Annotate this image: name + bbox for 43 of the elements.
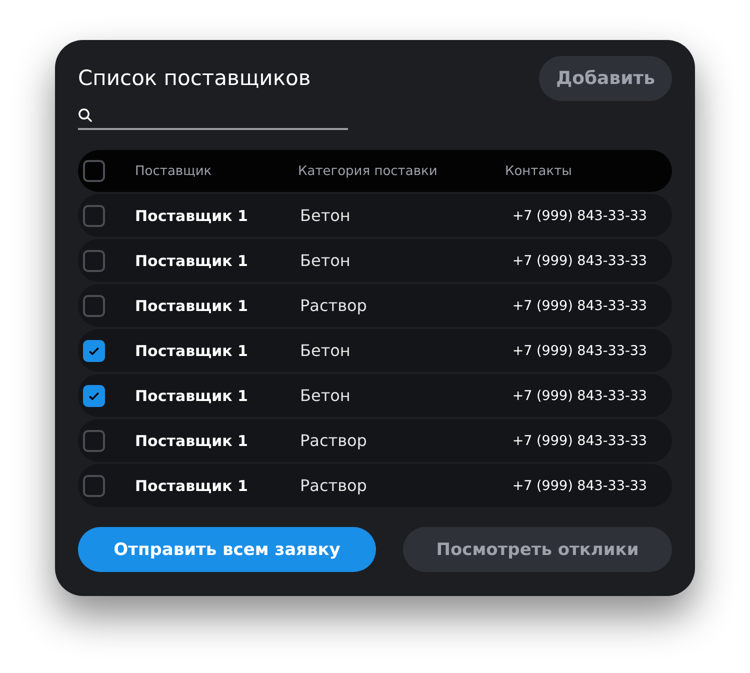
table-row[interactable]: Поставщик 1 Бетон +7 (999) 843-33-33	[78, 329, 672, 372]
row-checkbox[interactable]	[83, 294, 105, 316]
column-header: Категория поставки	[298, 164, 438, 178]
phone-number: +7 (999) 843-33-33	[511, 342, 647, 358]
category-cell-text: Раствор	[299, 296, 368, 315]
row-checkbox[interactable]	[83, 384, 105, 406]
table-row[interactable]: Поставщик 1 Бетон +7 (999) 843-33-33	[78, 239, 672, 282]
table-row[interactable]: Поставщик 1 Бетон +7 (999) 843-33-33	[78, 374, 672, 417]
supplier-name: Поставщик 1	[135, 296, 249, 314]
phone-number: +7 (999) 843-33-33	[511, 478, 647, 494]
supplier-name: Поставщик 1	[135, 252, 249, 270]
phone-number: +7 (999) 843-33-33	[511, 388, 647, 404]
view-responses-button[interactable]: Посмотреть отклики	[403, 527, 672, 572]
category-cell-text: Бетон	[299, 386, 352, 405]
panel-title: Список поставщиков	[78, 65, 312, 92]
table-row[interactable]: Поставщик 1 Раствор +7 (999) 843-33-33	[78, 419, 672, 462]
table-row[interactable]: Поставщик 1 Раствор +7 (999) 843-33-33	[78, 284, 672, 327]
category-cell-text: Бетон	[299, 341, 352, 360]
add-button[interactable]: Добавить	[539, 56, 672, 101]
row-checkbox[interactable]	[83, 340, 105, 362]
supplier-name: Поставщик 1	[135, 386, 249, 404]
phone-number: +7 (999) 843-33-33	[511, 252, 647, 268]
column-header: Поставщик	[135, 164, 213, 178]
row-checkbox[interactable]	[83, 250, 105, 272]
phone-number: +7 (999) 843-33-33	[511, 208, 647, 224]
phone-number: +7 (999) 843-33-33	[511, 432, 647, 448]
supplier-name: Поставщик 1	[135, 476, 249, 494]
category-cell-text: Раствор	[299, 431, 368, 450]
row-checkbox[interactable]	[83, 474, 105, 496]
supplier-name: Поставщик 1	[135, 206, 249, 224]
category-cell-text: Бетон	[299, 251, 352, 270]
category-cell-text: Раствор	[299, 476, 368, 495]
row-checkbox[interactable]	[83, 430, 105, 452]
column-header: Контакты	[505, 164, 573, 178]
table-row[interactable]: Поставщик 1 Бетон +7 (999) 843-33-33	[78, 194, 672, 237]
row-checkbox[interactable]	[83, 204, 105, 226]
category-cell-text: Бетон	[299, 206, 352, 225]
phone-number: +7 (999) 843-33-33	[511, 298, 647, 314]
table-row[interactable]: Поставщик 1 Раствор +7 (999) 843-33-33	[78, 464, 672, 507]
supplier-name: Поставщик 1	[135, 432, 249, 450]
search-icon	[78, 108, 92, 122]
select-all-checkbox[interactable]	[83, 160, 105, 182]
supplier-name: Поставщик 1	[135, 342, 249, 360]
